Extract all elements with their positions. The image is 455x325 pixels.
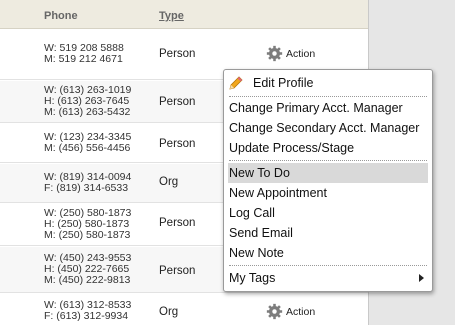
my-tags-label: My Tags	[229, 271, 276, 285]
menu-item-update-process[interactable]: Update Process/Stage	[228, 138, 428, 158]
phone-column-header: Phone	[44, 10, 78, 22]
table-header: Phone Type	[0, 0, 368, 29]
phone-cell: W: (450) 243-9553 H: (450) 222-7665 M: (…	[44, 252, 132, 286]
phone-cell: W: (613) 263-1019 H: (613) 263-7645 M: (…	[44, 84, 132, 118]
menu-item-send-email[interactable]: Send Email	[228, 223, 428, 243]
phone-cell: W: (819) 314-0094 F: (819) 314-6533	[44, 171, 132, 194]
action-label: Action	[286, 47, 316, 60]
menu-item-log-call[interactable]: Log Call	[228, 203, 428, 223]
type-cell: Person	[159, 265, 196, 277]
type-cell: Person	[159, 217, 196, 229]
action-button[interactable]: Action	[266, 303, 315, 320]
type-column-header[interactable]: Type	[159, 10, 184, 22]
menu-separator	[229, 265, 427, 266]
type-cell: Person	[159, 138, 196, 150]
table-row: W: (613) 312-8533 F: (613) 312-9934 Org	[0, 294, 368, 325]
action-label: Action	[286, 305, 316, 318]
action-context-menu: Edit Profile Change Primary Acct. Manage…	[223, 69, 433, 292]
menu-item-change-secondary-manager[interactable]: Change Secondary Acct. Manager	[228, 118, 428, 138]
menu-item-change-primary-manager[interactable]: Change Primary Acct. Manager	[228, 98, 428, 118]
menu-item-new-todo[interactable]: New To Do	[228, 163, 428, 183]
action-button[interactable]: Action	[266, 45, 315, 62]
chevron-right-icon	[419, 274, 424, 282]
type-cell: Org	[159, 176, 179, 188]
menu-item-my-tags[interactable]: My Tags	[228, 268, 428, 288]
menu-item-edit-profile[interactable]: Edit Profile	[228, 73, 428, 93]
phone-cell: W: (123) 234-3345 M: (456) 556-4456	[44, 131, 132, 154]
menu-separator	[229, 96, 427, 97]
menu-item-new-note[interactable]: New Note	[228, 243, 428, 263]
phone-cell: W: 519 208 5888 M: 519 212 4671	[44, 42, 124, 65]
phone-cell: W: (613) 312-8533 F: (613) 312-9934	[44, 299, 132, 322]
gear-icon	[266, 303, 283, 320]
gear-icon	[266, 45, 283, 62]
type-cell: Person	[159, 96, 196, 108]
menu-separator	[229, 160, 427, 161]
phone-cell: W: (250) 580-1873 H: (250) 580-1873 M: (…	[44, 207, 132, 241]
type-cell: Org	[159, 306, 179, 318]
menu-item-new-appointment[interactable]: New Appointment	[228, 183, 428, 203]
type-cell: Person	[159, 48, 196, 60]
